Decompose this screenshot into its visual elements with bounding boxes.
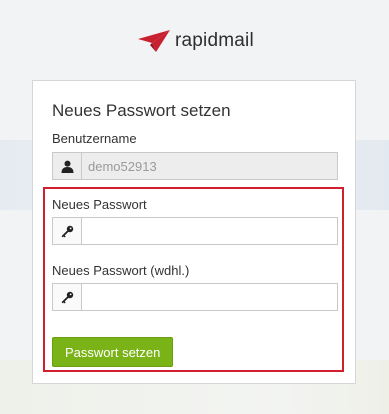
- paper-plane-icon: [138, 30, 170, 52]
- username-field-group: [52, 152, 338, 180]
- brand-logo: rapidmail: [138, 26, 254, 56]
- new-password-label: Neues Passwort: [52, 197, 147, 212]
- confirm-password-input[interactable]: [82, 284, 337, 310]
- reset-password-card: Neues Passwort setzen Benutzername Neues…: [32, 80, 356, 384]
- key-icon: [53, 218, 82, 244]
- page-title: Neues Passwort setzen: [52, 101, 231, 120]
- confirm-password-field-group: [52, 283, 338, 311]
- username-input[interactable]: [82, 153, 337, 179]
- new-password-field-group: [52, 217, 338, 245]
- username-label: Benutzername: [52, 131, 137, 146]
- brand-name: rapidmail: [175, 30, 254, 51]
- new-password-input[interactable]: [82, 218, 337, 244]
- set-password-button[interactable]: Passwort setzen: [52, 337, 174, 367]
- confirm-password-label: Neues Passwort (wdhl.): [52, 263, 190, 278]
- user-icon: [53, 153, 82, 179]
- key-icon: [53, 284, 82, 310]
